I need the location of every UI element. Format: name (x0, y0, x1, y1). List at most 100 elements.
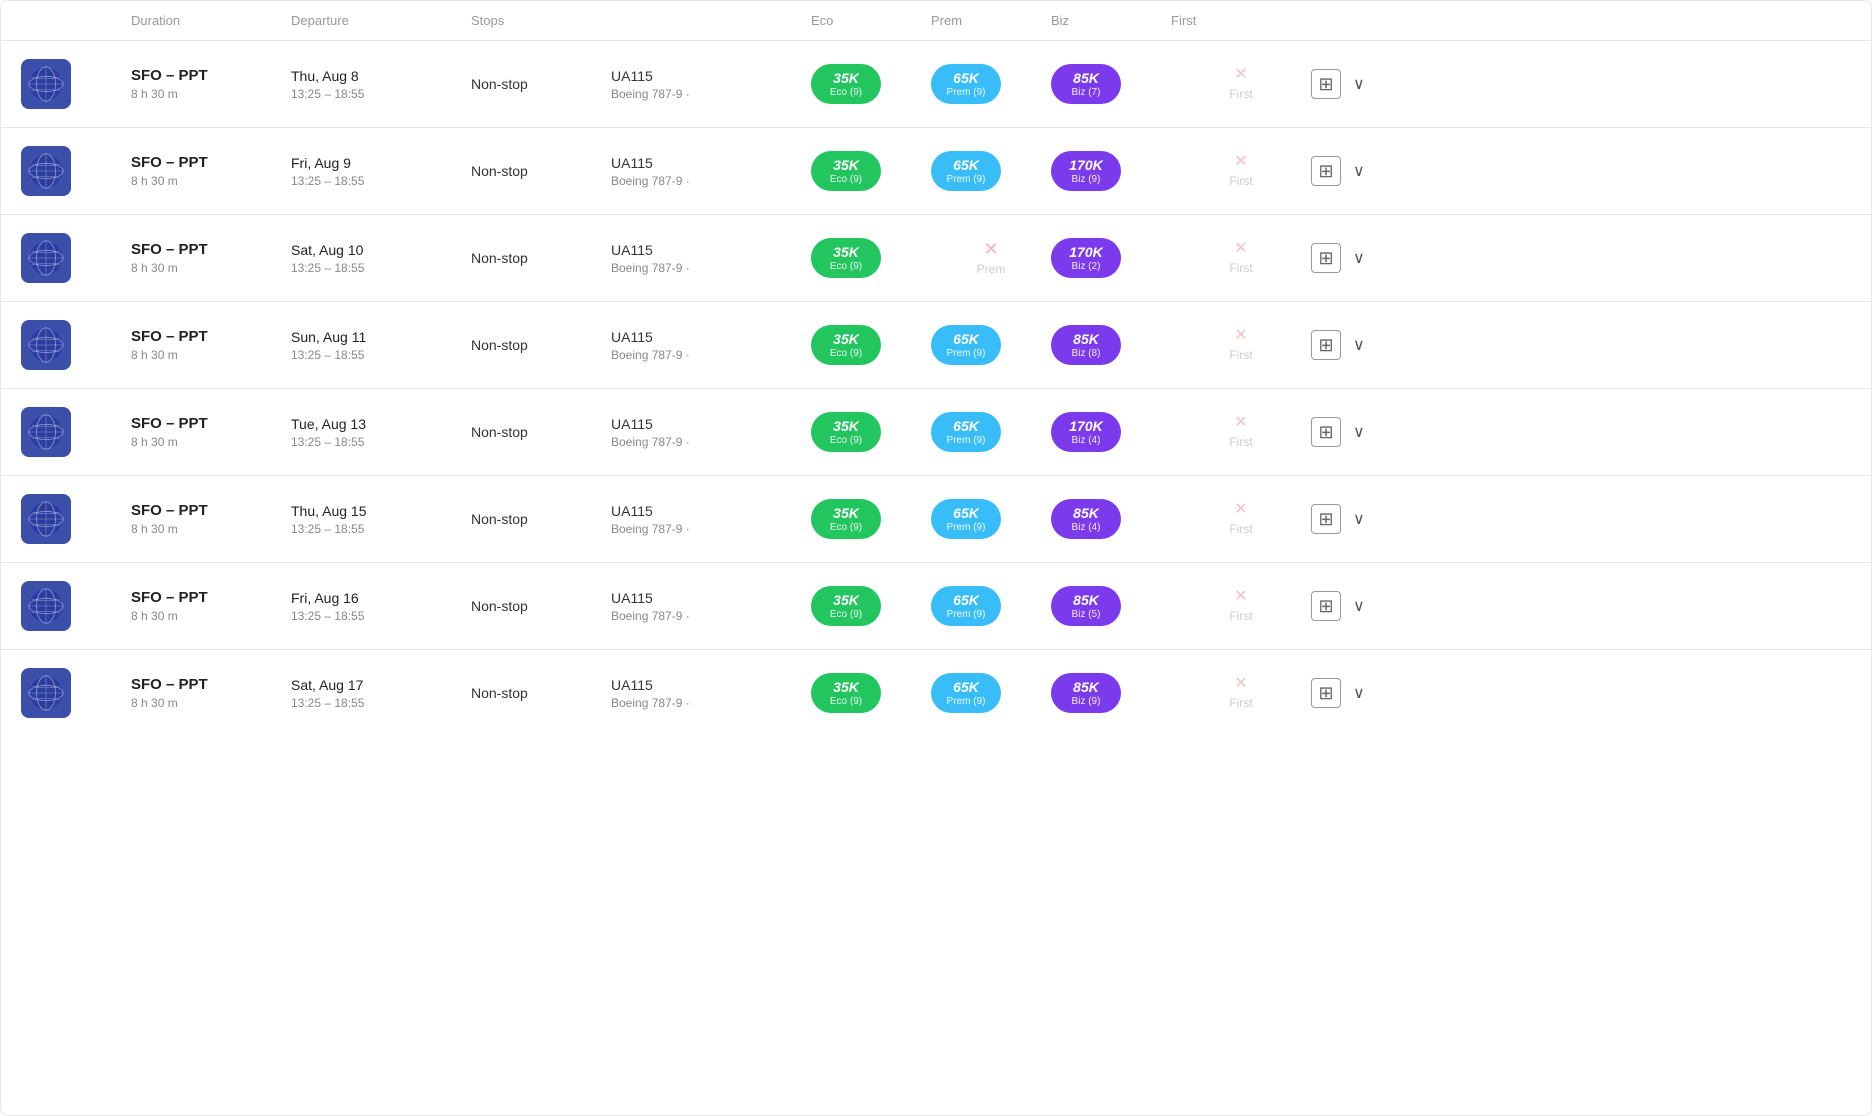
header-prem: Prem (931, 13, 1051, 28)
biz-cell: 85K Biz (8) (1051, 325, 1171, 365)
prem-badge[interactable]: 65K Prem (9) (931, 325, 1001, 365)
first-unavailable: ✕ First (1171, 328, 1311, 362)
biz-badge[interactable]: 85K Biz (8) (1051, 325, 1121, 365)
stops-cell: Non-stop (471, 598, 611, 614)
first-unavailable: ✕ First (1171, 502, 1311, 536)
departure-date: Sat, Aug 17 (291, 677, 471, 693)
biz-badge[interactable]: 85K Biz (5) (1051, 586, 1121, 626)
flight-info: UA115 Boeing 787-9 · (611, 242, 811, 275)
biz-badge[interactable]: 170K Biz (9) (1051, 151, 1121, 191)
departure-date: Fri, Aug 16 (291, 590, 471, 606)
departure-time: 13:25 – 18:55 (291, 348, 471, 362)
eco-badge[interactable]: 35K Eco (9) (811, 499, 881, 539)
biz-badge[interactable]: 85K Biz (7) (1051, 64, 1121, 104)
expand-button[interactable]: ∨ (1349, 592, 1369, 620)
header-duration: Duration (131, 13, 291, 28)
row-actions: ⊞ ∨ (1311, 417, 1391, 447)
eco-badge[interactable]: 35K Eco (9) (811, 151, 881, 191)
departure-time: 13:25 – 18:55 (291, 522, 471, 536)
prem-badge[interactable]: 65K Prem (9) (931, 151, 1001, 191)
biz-badge[interactable]: 85K Biz (4) (1051, 499, 1121, 539)
add-button[interactable]: ⊞ (1311, 243, 1341, 273)
prem-cell: ✕ Prem (931, 240, 1051, 276)
add-button[interactable]: ⊞ (1311, 678, 1341, 708)
table-row: SFO – PPT 8 h 30 m Sat, Aug 17 13:25 – 1… (1, 650, 1871, 736)
eco-cell: 35K Eco (9) (811, 673, 931, 713)
add-button[interactable]: ⊞ (1311, 330, 1341, 360)
header-eco: Eco (811, 13, 931, 28)
airline-logo (21, 581, 71, 631)
eco-badge[interactable]: 35K Eco (9) (811, 64, 881, 104)
biz-badge[interactable]: 85K Biz (9) (1051, 673, 1121, 713)
prem-badge[interactable]: 65K Prem (9) (931, 586, 1001, 626)
expand-button[interactable]: ∨ (1349, 418, 1369, 446)
prem-badge[interactable]: 65K Prem (9) (931, 673, 1001, 713)
biz-badge[interactable]: 170K Biz (4) (1051, 412, 1121, 452)
departure-info: Thu, Aug 8 13:25 – 18:55 (291, 68, 471, 101)
aircraft-label: Boeing 787-9 · (611, 696, 811, 710)
table-row: SFO – PPT 8 h 30 m Sat, Aug 10 13:25 – 1… (1, 215, 1871, 302)
eco-badge[interactable]: 35K Eco (9) (811, 673, 881, 713)
first-cell: ✕ First (1171, 589, 1311, 623)
departure-date: Fri, Aug 9 (291, 155, 471, 171)
prem-badge[interactable]: 65K Prem (9) (931, 499, 1001, 539)
row-actions: ⊞ ∨ (1311, 504, 1391, 534)
eco-badge[interactable]: 35K Eco (9) (811, 238, 881, 278)
stops-cell: Non-stop (471, 337, 611, 353)
expand-button[interactable]: ∨ (1349, 505, 1369, 533)
prem-badge[interactable]: 65K Prem (9) (931, 412, 1001, 452)
duration-label: 8 h 30 m (131, 87, 291, 101)
add-button[interactable]: ⊞ (1311, 156, 1341, 186)
prem-badge[interactable]: 65K Prem (9) (931, 64, 1001, 104)
flight-info: UA115 Boeing 787-9 · (611, 590, 811, 623)
aircraft-label: Boeing 787-9 · (611, 261, 811, 275)
first-cell: ✕ First (1171, 676, 1311, 710)
airline-logo (21, 146, 71, 196)
flight-info: UA115 Boeing 787-9 · (611, 677, 811, 710)
eco-cell: 35K Eco (9) (811, 412, 931, 452)
flight-number: UA115 (611, 329, 811, 345)
eco-badge[interactable]: 35K Eco (9) (811, 325, 881, 365)
row-actions: ⊞ ∨ (1311, 330, 1391, 360)
aircraft-label: Boeing 787-9 · (611, 435, 811, 449)
eco-badge[interactable]: 35K Eco (9) (811, 412, 881, 452)
departure-date: Sun, Aug 11 (291, 329, 471, 345)
prem-cell: 65K Prem (9) (931, 499, 1051, 539)
route-label: SFO – PPT (131, 502, 291, 519)
expand-button[interactable]: ∨ (1349, 157, 1369, 185)
route-label: SFO – PPT (131, 67, 291, 84)
add-button[interactable]: ⊞ (1311, 69, 1341, 99)
route-label: SFO – PPT (131, 415, 291, 432)
expand-button[interactable]: ∨ (1349, 244, 1369, 272)
row-actions: ⊞ ∨ (1311, 591, 1391, 621)
route-info: SFO – PPT 8 h 30 m (131, 154, 291, 188)
aircraft-label: Boeing 787-9 · (611, 174, 811, 188)
expand-button[interactable]: ∨ (1349, 70, 1369, 98)
add-button[interactable]: ⊞ (1311, 591, 1341, 621)
airline-logo (21, 59, 71, 109)
biz-badge[interactable]: 170K Biz (2) (1051, 238, 1121, 278)
first-cell: ✕ First (1171, 67, 1311, 101)
eco-badge[interactable]: 35K Eco (9) (811, 586, 881, 626)
eco-cell: 35K Eco (9) (811, 238, 931, 278)
header-biz: Biz (1051, 13, 1171, 28)
flights-list: SFO – PPT 8 h 30 m Thu, Aug 8 13:25 – 18… (1, 41, 1871, 736)
flight-number: UA115 (611, 68, 811, 84)
duration-label: 8 h 30 m (131, 348, 291, 362)
eco-cell: 35K Eco (9) (811, 499, 931, 539)
header-actions (1311, 13, 1391, 28)
biz-cell: 85K Biz (7) (1051, 64, 1171, 104)
first-unavailable: ✕ First (1171, 415, 1311, 449)
add-button[interactable]: ⊞ (1311, 504, 1341, 534)
flight-info: UA115 Boeing 787-9 · (611, 68, 811, 101)
expand-button[interactable]: ∨ (1349, 331, 1369, 359)
stops-cell: Non-stop (471, 511, 611, 527)
airline-logo (21, 233, 71, 283)
add-button[interactable]: ⊞ (1311, 417, 1341, 447)
first-cell: ✕ First (1171, 241, 1311, 275)
expand-button[interactable]: ∨ (1349, 679, 1369, 707)
table-header: Duration Departure Stops Eco Prem Biz Fi… (1, 1, 1871, 41)
flight-info: UA115 Boeing 787-9 · (611, 155, 811, 188)
row-actions: ⊞ ∨ (1311, 243, 1391, 273)
flight-info: UA115 Boeing 787-9 · (611, 503, 811, 536)
